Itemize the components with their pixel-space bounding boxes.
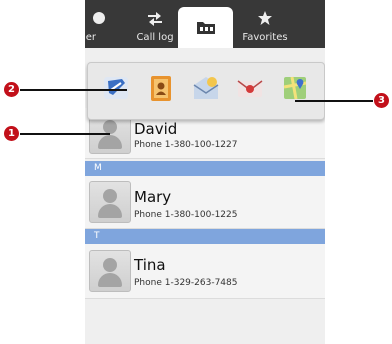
contacts-screen: ler Call log Favorites David <box>85 0 325 344</box>
email-icon[interactable] <box>235 73 265 103</box>
contact-name: Tina <box>134 256 166 274</box>
tab-favorites-label: Favorites <box>242 32 288 43</box>
tab-call-log[interactable]: Call log <box>125 0 185 48</box>
tab-bar: ler Call log Favorites <box>85 0 325 48</box>
callout-2: 2 <box>4 82 19 97</box>
tab-dialer[interactable]: ler <box>85 0 115 48</box>
contact-phone: Phone 1-329-263-7485 <box>134 278 238 288</box>
callout-1-leader-line <box>20 133 110 135</box>
phone-icon <box>93 12 105 24</box>
contacts-folder-icon <box>196 22 215 34</box>
tab-dialer-label: ler <box>85 32 97 43</box>
callout-2-leader-line <box>20 89 127 91</box>
tab-call-log-label: Call log <box>136 32 174 43</box>
call-log-icon <box>148 12 162 26</box>
section-header-t: T <box>85 229 325 244</box>
contact-row-mary[interactable]: Mary Phone 1-380-100-1225 <box>85 176 325 229</box>
callout-3: 3 <box>374 93 389 108</box>
dial-icon[interactable] <box>101 73 131 103</box>
section-header-m: M <box>85 161 325 176</box>
map-icon[interactable] <box>280 73 310 103</box>
callout-1: 1 <box>4 126 19 141</box>
tab-favorites[interactable]: Favorites <box>235 0 295 48</box>
contact-details-icon[interactable] <box>146 73 176 103</box>
contact-phone: Phone 1-380-100-1225 <box>134 210 238 220</box>
section-letter: T <box>94 231 100 241</box>
avatar[interactable] <box>89 181 131 223</box>
quick-contact-bar <box>87 62 325 120</box>
callout-3-leader-line <box>295 100 373 102</box>
contact-phone: Phone 1-380-100-1227 <box>134 140 238 150</box>
star-icon <box>258 11 272 25</box>
contact-name: Mary <box>134 188 172 206</box>
section-letter: M <box>94 163 102 173</box>
message-icon[interactable] <box>191 73 221 103</box>
avatar[interactable] <box>89 250 131 292</box>
contact-name: David <box>134 120 178 138</box>
tab-contacts[interactable] <box>178 7 233 48</box>
contact-row-tina[interactable]: Tina Phone 1-329-263-7485 <box>85 244 325 299</box>
